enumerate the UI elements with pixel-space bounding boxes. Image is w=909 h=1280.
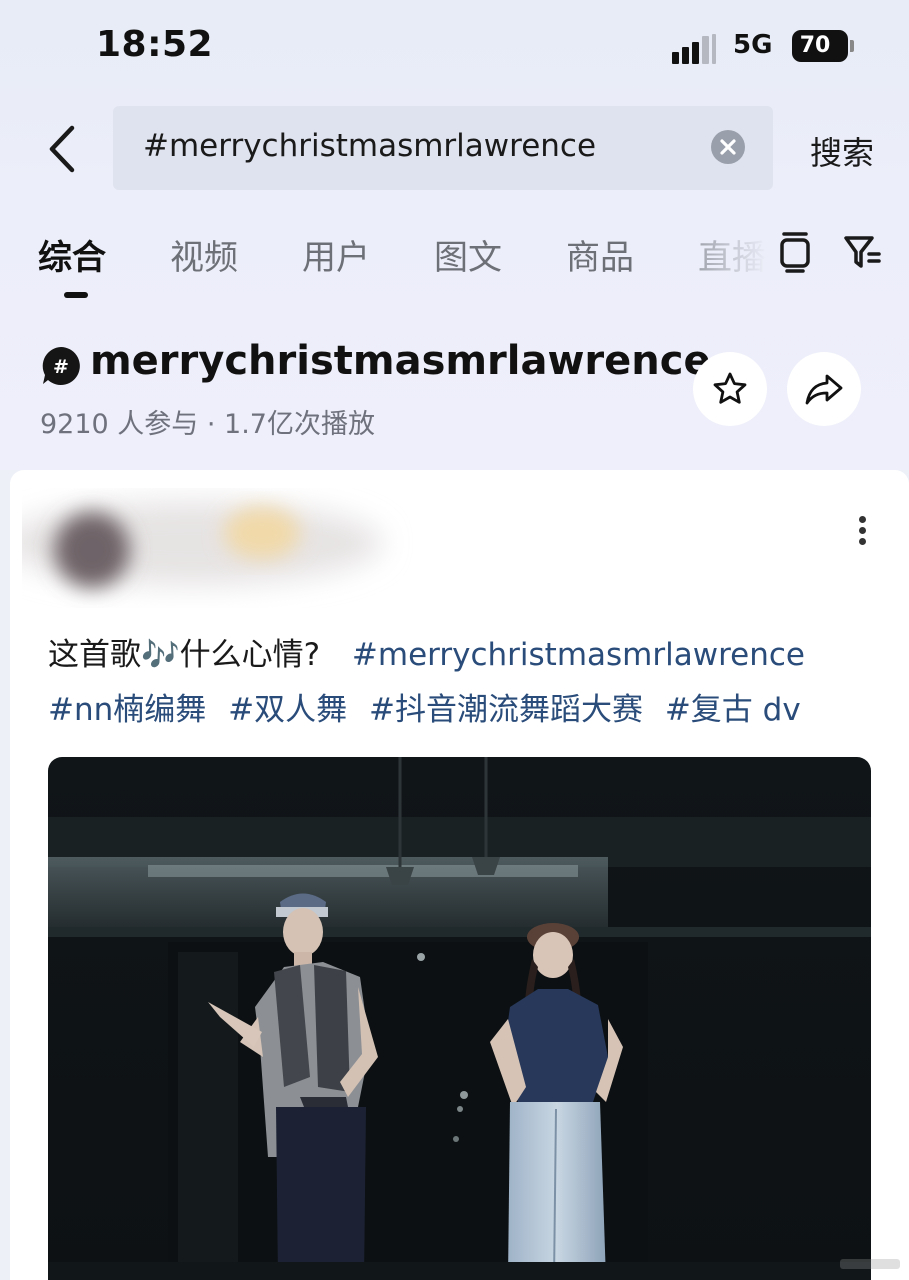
caption-text: 这首歌🎶什么心情? bbox=[48, 637, 321, 673]
topic-title: merrychristmasmrlawrence bbox=[90, 338, 711, 384]
watermark-mark bbox=[840, 1259, 900, 1269]
status-time: 18:52 bbox=[96, 24, 214, 65]
battery-level: 70 bbox=[799, 33, 831, 58]
network-type: 5G bbox=[733, 30, 773, 60]
svg-text:#: # bbox=[53, 356, 69, 378]
video-thumbnail[interactable] bbox=[48, 757, 871, 1280]
tab-videos[interactable]: 视频 bbox=[170, 230, 238, 279]
tab-users[interactable]: 用户 bbox=[302, 230, 370, 279]
signal-icon bbox=[672, 34, 718, 64]
back-button[interactable] bbox=[40, 122, 84, 176]
star-icon bbox=[713, 372, 747, 404]
hashtag-icon: # bbox=[40, 345, 82, 387]
search-query: #merrychristmasmrlawrence bbox=[143, 128, 597, 164]
hashtag-link[interactable]: #抖音潮流舞蹈大赛 bbox=[369, 692, 643, 728]
hashtag-link[interactable]: #复古 dv bbox=[665, 692, 801, 728]
favorite-button[interactable] bbox=[693, 352, 767, 426]
author-avatar[interactable] bbox=[22, 488, 442, 608]
battery-icon: 70 bbox=[792, 30, 854, 62]
tab-products[interactable]: 商品 bbox=[566, 230, 634, 279]
tab-comprehensive[interactable]: 综合 bbox=[38, 230, 106, 279]
post-caption: 这首歌🎶什么心情? #merrychristmasmrlawrence #nn楠… bbox=[48, 628, 878, 738]
hashtag-link[interactable]: #双人舞 bbox=[228, 692, 347, 728]
search-input[interactable]: #merrychristmasmrlawrence bbox=[113, 106, 773, 190]
layout-toggle-icon[interactable] bbox=[775, 230, 815, 274]
hashtag-link[interactable]: #merrychristmasmrlawrence bbox=[352, 637, 805, 673]
active-tab-indicator bbox=[64, 292, 88, 298]
share-arrow-icon bbox=[805, 374, 843, 405]
hashtag-link[interactable]: #nn楠编舞 bbox=[48, 692, 206, 728]
search-button[interactable]: 搜索 bbox=[810, 128, 874, 174]
share-button[interactable] bbox=[787, 352, 861, 426]
topic-stats: 9210 人参与 · 1.7亿次播放 bbox=[40, 409, 375, 440]
chevron-left-icon bbox=[49, 125, 75, 173]
more-options-icon[interactable] bbox=[850, 510, 874, 550]
clear-icon[interactable] bbox=[711, 130, 745, 164]
tab-images[interactable]: 图文 bbox=[434, 230, 502, 279]
filter-icon[interactable] bbox=[842, 230, 882, 274]
